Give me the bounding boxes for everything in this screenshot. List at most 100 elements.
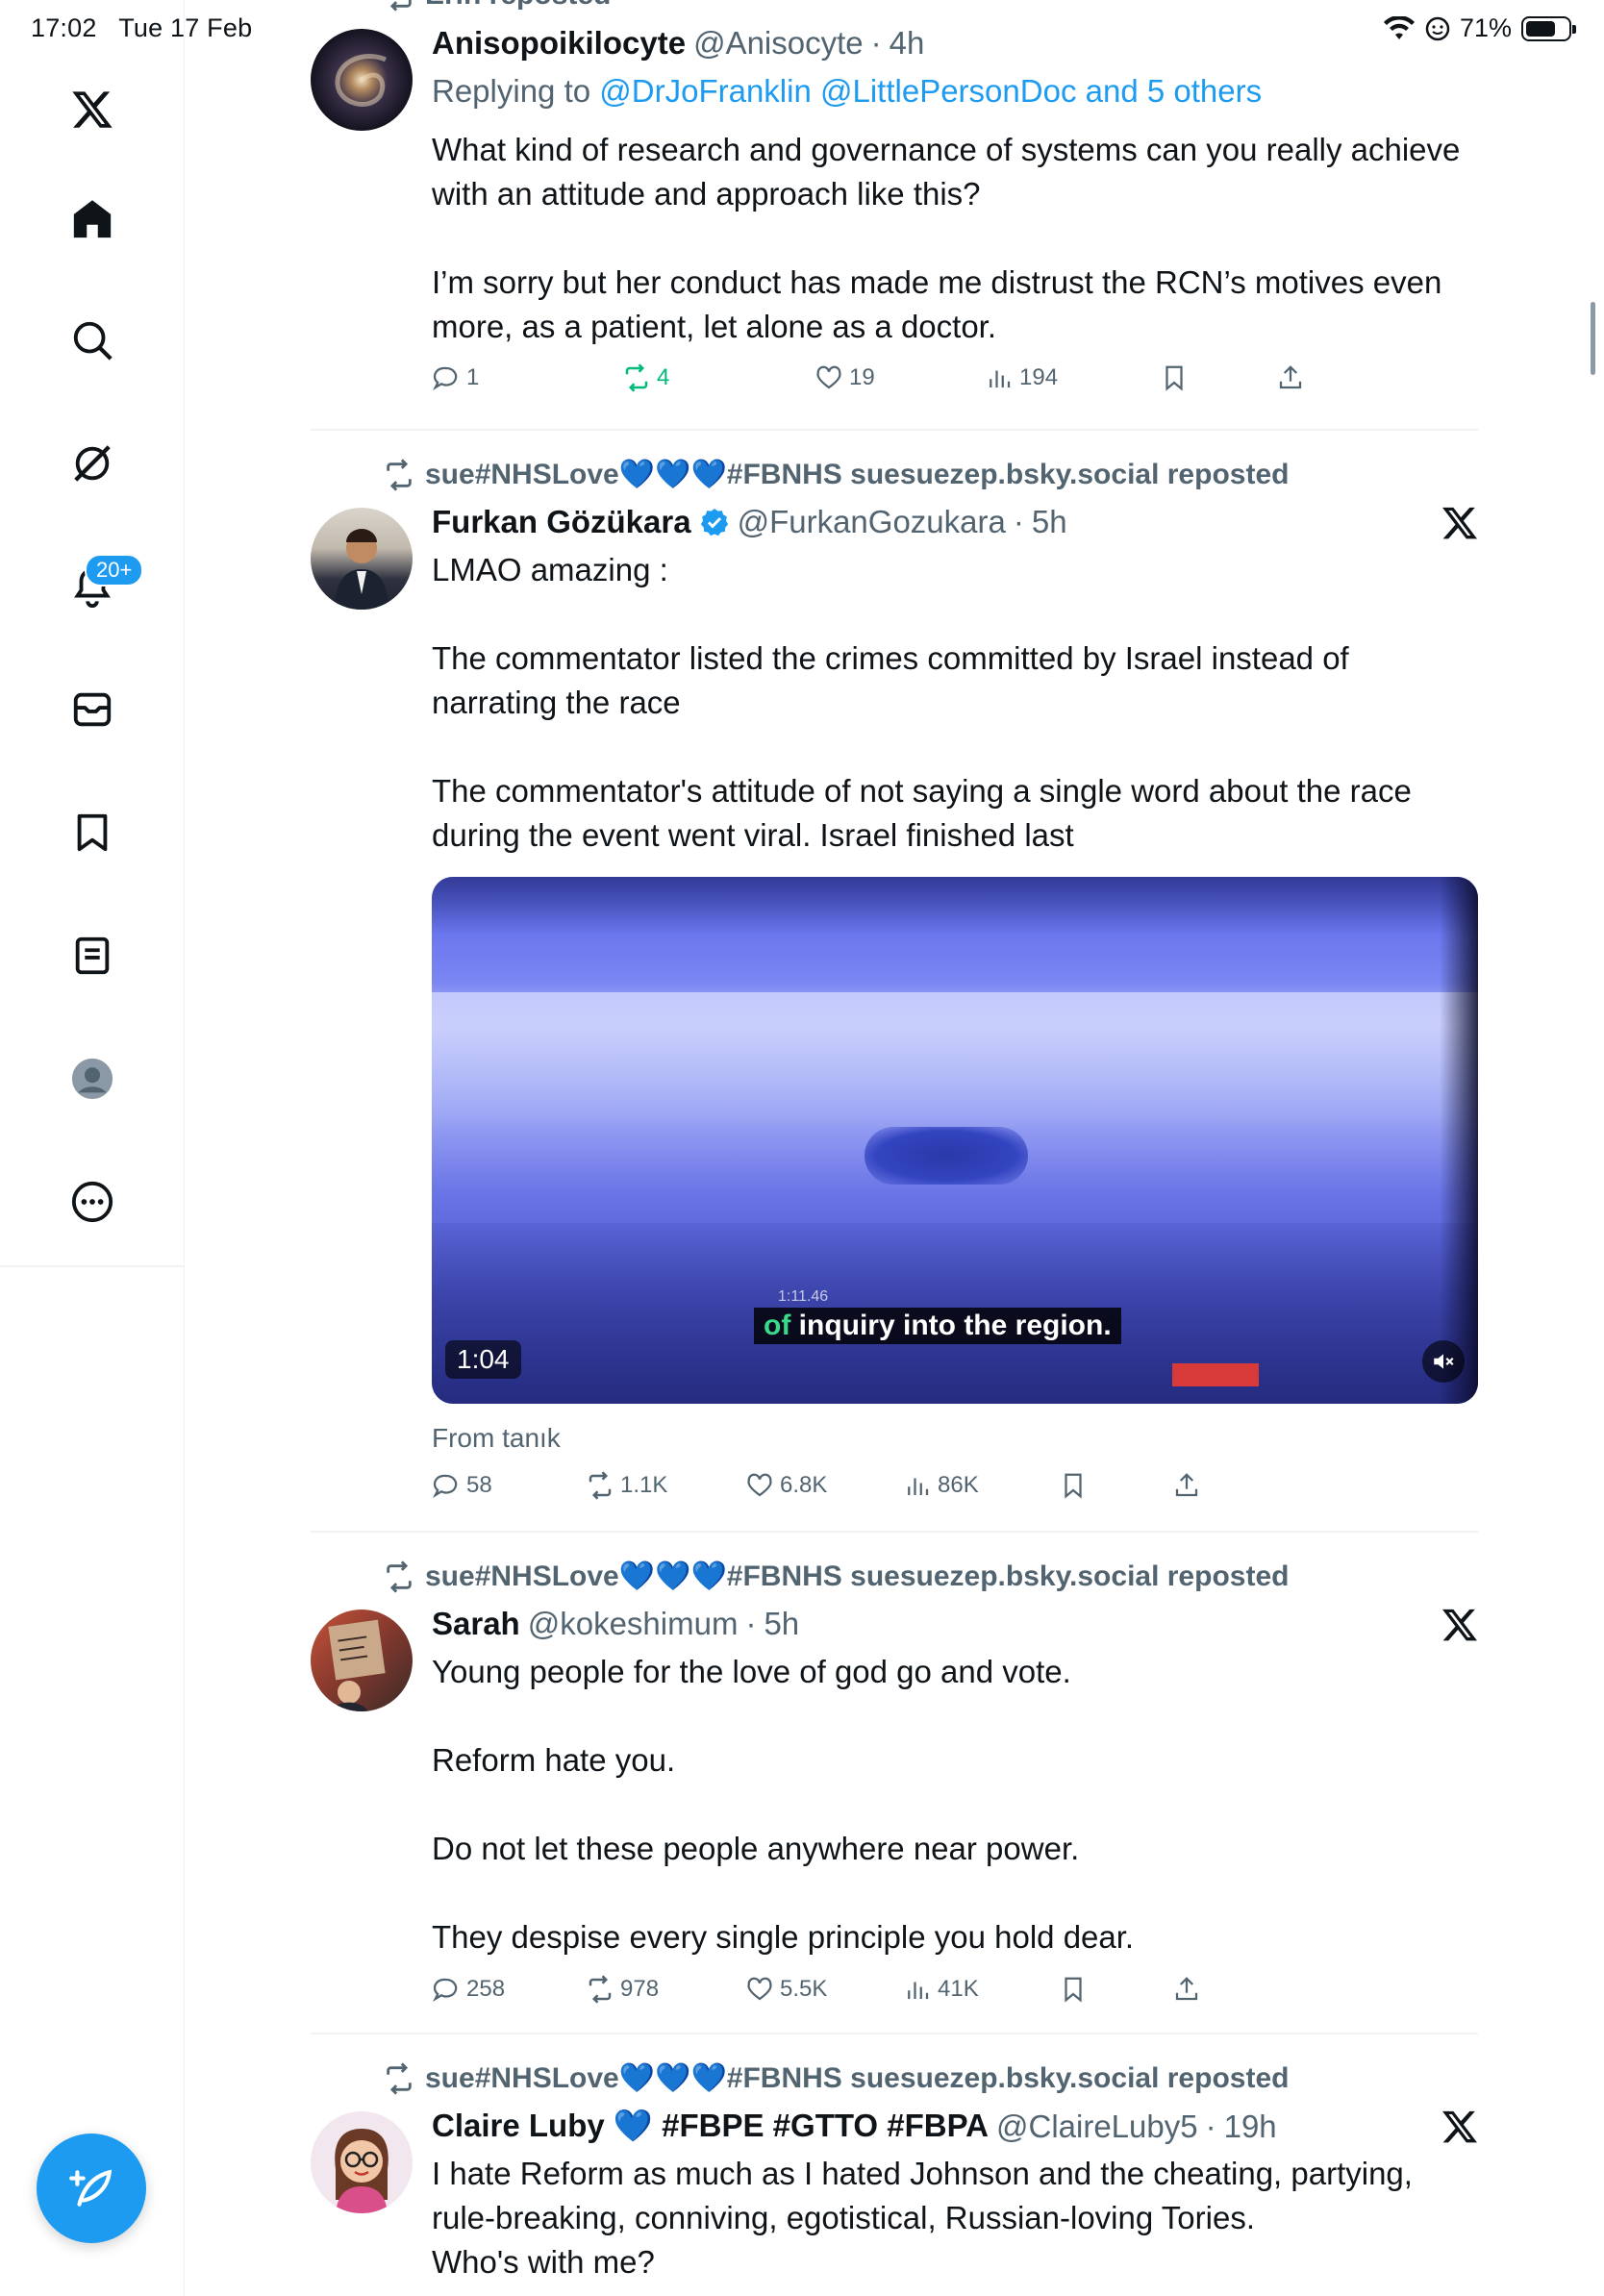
heart-icon [747,1473,772,1497]
author-name[interactable]: Claire Luby 💙 #FBPE #GTTO #FBPA [432,2108,989,2145]
tweet-divider [311,2033,1478,2034]
reply-button[interactable]: 258 [432,1975,505,2004]
bookmark-button[interactable] [1059,1975,1088,2004]
author-name[interactable]: Furkan Gözükara [432,504,691,540]
wifi-icon [1383,15,1415,39]
mail-icon[interactable] [52,669,133,750]
repost-context: Erin reposted [383,0,611,12]
share-icon [1279,365,1302,389]
like-button[interactable]: 6.8K [745,1471,827,1500]
bookmark-icon [1165,365,1183,391]
bookmark-button[interactable] [1160,363,1189,392]
avatar[interactable] [311,2111,413,2213]
heart-icon [747,1977,772,2001]
repost-context: sue#NHSLove💙💙💙#FBNHS suesuezep.bsky.soci… [383,458,1289,491]
author-name[interactable]: Anisopoikilocyte [432,25,686,62]
views-button[interactable]: 86K [903,1471,979,1500]
compose-icon [69,2169,113,2207]
share-button[interactable] [1172,1975,1201,2004]
video-scoreboard [1172,1363,1259,1386]
list-icon[interactable] [52,915,133,996]
scroll-indicator[interactable] [1591,302,1595,375]
repost-button[interactable]: 978 [586,1975,659,2004]
repost-icon [589,1975,612,2004]
bookmark-icon [1065,1473,1082,1499]
status-bar-right: 71% [1383,13,1576,43]
sidebar: 20+ [0,0,185,2296]
tweet-time[interactable]: 19h [1224,2109,1277,2145]
repost-icon [389,0,412,12]
reply-button[interactable]: 1 [432,363,479,392]
author-handle[interactable]: @FurkanGozukara [738,504,1006,540]
more-icon[interactable] [52,1161,133,1242]
focus-icon [1425,16,1450,40]
bookmark-icon [1065,1977,1082,2003]
bookmark-icon[interactable] [52,792,133,873]
replying-to-link[interactable]: @DrJoFranklin @LittlePersonDoc and 5 oth… [599,73,1262,109]
views-icon [990,370,1011,387]
video-ticker: 1:11.46 [778,1288,829,1305]
repost-context: sue#NHSLove💙💙💙#FBNHS suesuezep.bsky.soci… [383,2061,1289,2095]
avatar[interactable] [311,508,413,610]
tweet-actions: 58 1.1K 6.8K 86K [432,1471,1393,1510]
tweet-divider [311,1531,1478,1533]
home-icon[interactable] [52,179,133,260]
repost-context: sue#NHSLove💙💙💙#FBNHS suesuezep.bsky.soci… [383,1560,1289,1593]
share-icon [1175,1473,1198,1497]
video-caption: of inquiry into the region. [754,1308,1121,1344]
avatar[interactable] [311,29,413,131]
tweet-header: Furkan Gözükara @FurkanGozukara · 5h [432,504,1067,540]
views-button[interactable]: 41K [903,1975,979,2004]
reply-icon [433,1978,458,2002]
repost-icon [625,363,648,392]
views-icon [908,1982,929,1999]
reply-icon [433,1474,458,1498]
repost-button[interactable]: 4 [622,363,669,392]
tweet-time[interactable]: 5h [1032,504,1067,540]
tweet-time[interactable]: 5h [764,1606,799,1642]
profile-icon[interactable] [52,1038,133,1119]
author-handle[interactable]: @Anisocyte [693,25,864,62]
like-button[interactable]: 5.5K [745,1975,827,2004]
tweet-header: Claire Luby 💙 #FBPE #GTTO #FBPA @ClaireL… [432,2108,1277,2145]
compose-button[interactable] [37,2134,146,2243]
search-icon[interactable] [52,300,133,381]
x-logo-icon [1442,507,1477,539]
author-handle[interactable]: @ClaireLuby5 [996,2109,1198,2145]
views-button[interactable]: 194 [985,363,1058,392]
share-button[interactable] [1276,363,1305,392]
notifications-badge: 20+ [85,554,144,586]
x-logo-icon[interactable] [52,69,133,150]
repost-icon [387,2061,412,2095]
speaker-muted-icon [1434,1354,1454,1369]
replying-to: Replying to @DrJoFranklin @LittlePersonD… [432,73,1263,109]
repost-icon [387,1560,412,1593]
battery-percent: 71% [1459,13,1512,42]
verified-badge-icon [700,509,728,537]
like-button[interactable]: 19 [815,363,875,392]
bookmark-button[interactable] [1059,1471,1088,1500]
x-logo-icon [1442,1609,1477,1641]
tweet-header: Anisopoikilocyte @Anisocyte · 4h [432,25,925,62]
grok-icon[interactable] [52,423,133,504]
video-duration: 1:04 [445,1340,521,1379]
tweet-divider [311,429,1478,431]
author-name[interactable]: Sarah [432,1606,520,1642]
heart-icon [816,365,841,389]
repost-button[interactable]: 1.1K [586,1471,667,1500]
avatar[interactable] [311,1610,413,1711]
share-button[interactable] [1172,1471,1201,1500]
tweet-time[interactable]: 4h [890,25,925,62]
sidebar-divider [0,1265,185,1267]
reply-button[interactable]: 58 [432,1471,492,1500]
author-handle[interactable]: @kokeshimum [528,1606,739,1642]
views-icon [908,1478,929,1495]
repost-icon [387,458,412,491]
tweet-text: What kind of research and governance of … [432,132,1461,344]
repost-icon [589,1471,612,1500]
x-logo-icon [1442,2110,1477,2143]
mute-button[interactable] [1422,1340,1465,1383]
tweet-text: LMAO amazing : The commentator listed th… [432,552,1412,853]
video-player[interactable]: 1:11.46 of inquiry into the region. 1:04 [432,877,1478,1404]
media-source[interactable]: From tanık [432,1423,561,1454]
